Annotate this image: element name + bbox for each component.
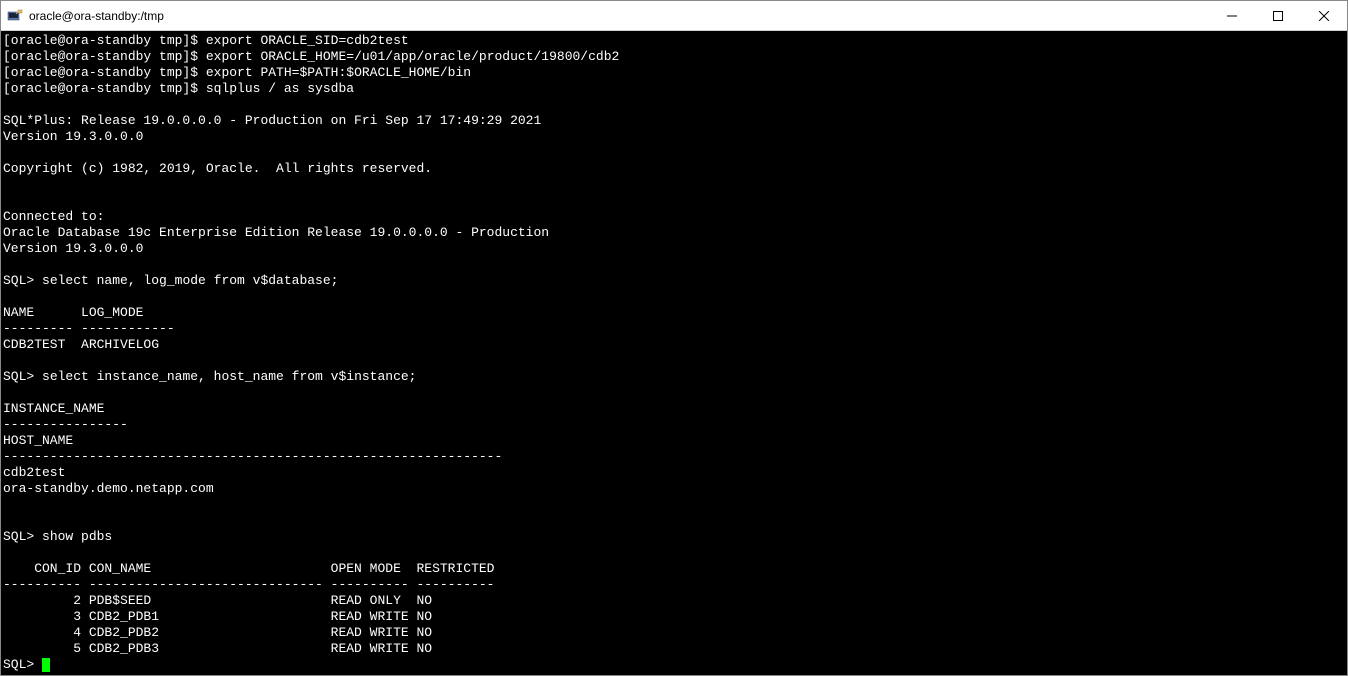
table-sep: ---------- -----------------------------… [3, 577, 494, 592]
sql-cmd: select name, log_mode from v$database; [42, 273, 338, 288]
close-button[interactable] [1301, 1, 1347, 31]
sql-cmd: show pdbs [42, 529, 112, 544]
titlebar[interactable]: oracle@ora-standby:/tmp [1, 1, 1347, 31]
minimize-button[interactable] [1209, 1, 1255, 31]
prompt: [oracle@ora-standby tmp]$ [3, 81, 206, 96]
output-line: Version 19.3.0.0.0 [3, 129, 143, 144]
table-header: INSTANCE_NAME [3, 401, 104, 416]
sql-prompt: SQL> [3, 529, 42, 544]
table-row: 5 CDB2_PDB3 READ WRITE NO [3, 641, 432, 656]
output-line: Copyright (c) 1982, 2019, Oracle. All ri… [3, 161, 432, 176]
table-sep: ---------------- [3, 417, 128, 432]
table-sep: --------- ------------ [3, 321, 175, 336]
table-sep: ----------------------------------------… [3, 449, 502, 464]
table-row: 4 CDB2_PDB2 READ WRITE NO [3, 625, 432, 640]
putty-icon [7, 8, 23, 24]
sql-prompt: SQL> [3, 369, 42, 384]
prompt: [oracle@ora-standby tmp]$ [3, 49, 206, 64]
cmd-line: export PATH=$PATH:$ORACLE_HOME/bin [206, 65, 471, 80]
window-title: oracle@ora-standby:/tmp [29, 9, 1209, 23]
output-line: SQL*Plus: Release 19.0.0.0.0 - Productio… [3, 113, 541, 128]
maximize-button[interactable] [1255, 1, 1301, 31]
output-line: Version 19.3.0.0.0 [3, 241, 143, 256]
table-header: CON_ID CON_NAME OPEN MODE RESTRICTED [3, 561, 494, 576]
window-frame: oracle@ora-standby:/tmp [oracle@ora-stan… [0, 0, 1348, 676]
table-header: HOST_NAME [3, 433, 73, 448]
output-line: Oracle Database 19c Enterprise Edition R… [3, 225, 549, 240]
window-controls [1209, 1, 1347, 31]
table-row: ora-standby.demo.netapp.com [3, 481, 214, 496]
terminal[interactable]: [oracle@ora-standby tmp]$ export ORACLE_… [1, 31, 1347, 675]
cmd-line: export ORACLE_SID=cdb2test [206, 33, 409, 48]
table-row: cdb2test [3, 465, 65, 480]
table-header: NAME LOG_MODE [3, 305, 143, 320]
sql-cmd: select instance_name, host_name from v$i… [42, 369, 416, 384]
table-row: CDB2TEST ARCHIVELOG [3, 337, 159, 352]
cmd-line: export ORACLE_HOME=/u01/app/oracle/produ… [206, 49, 619, 64]
output-line: Connected to: [3, 209, 104, 224]
sql-prompt: SQL> [3, 273, 42, 288]
prompt: [oracle@ora-standby tmp]$ [3, 33, 206, 48]
cursor [42, 658, 50, 672]
prompt: [oracle@ora-standby tmp]$ [3, 65, 206, 80]
sql-prompt: SQL> [3, 657, 42, 672]
cmd-line: sqlplus / as sysdba [206, 81, 354, 96]
table-row: 3 CDB2_PDB1 READ WRITE NO [3, 609, 432, 624]
table-row: 2 PDB$SEED READ ONLY NO [3, 593, 432, 608]
